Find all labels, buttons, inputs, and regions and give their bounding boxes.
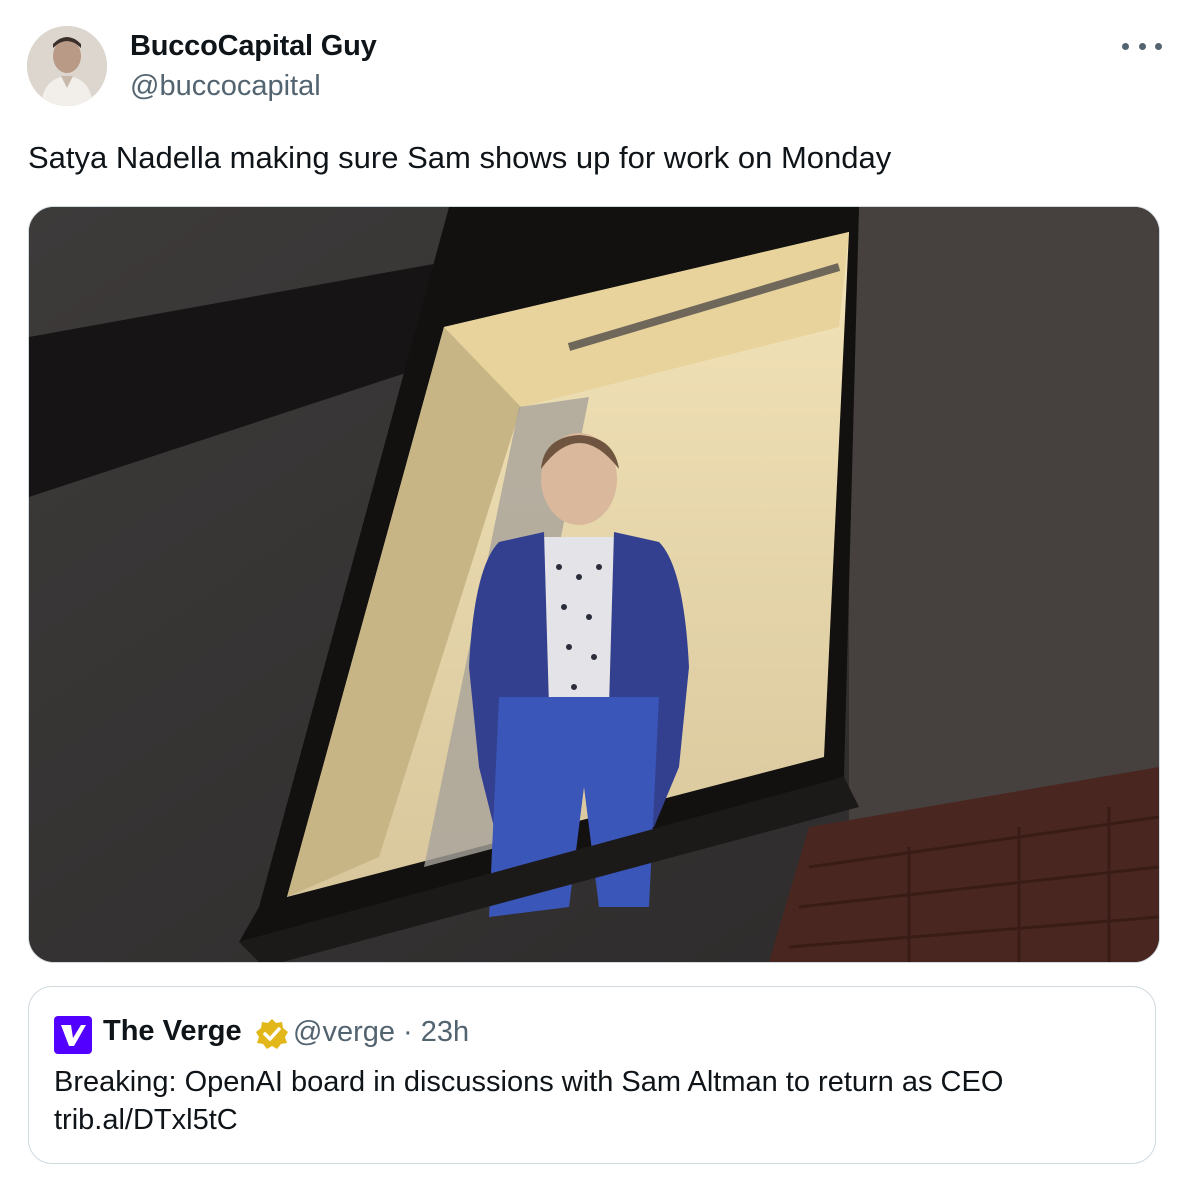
tweet-text: Satya Nadella making sure Sam shows up f… (28, 140, 892, 175)
dot (1155, 42, 1162, 50)
author-avatar[interactable] (27, 26, 107, 106)
quoted-tweet-text: Breaking: OpenAI board in discussions wi… (54, 1063, 1130, 1139)
quoted-tweet[interactable]: The Verge @verge · 23h Breaking: OpenAI … (28, 986, 1156, 1164)
verge-v-mark (61, 1025, 86, 1046)
tweet-media-photo[interactable] (28, 206, 1160, 963)
separator-dot: · (403, 1016, 413, 1048)
dot (1138, 42, 1146, 50)
quoted-link[interactable]: trib.al/DTxl5tC (54, 1101, 1130, 1139)
quoted-author-meta: @verge · 23h (293, 1016, 469, 1049)
quoted-tweet-time[interactable]: 23h (421, 1016, 469, 1048)
more-options-icon[interactable] (1122, 34, 1162, 58)
dot (1122, 42, 1129, 50)
avatar-photo (27, 26, 107, 106)
quoted-author-handle[interactable]: @verge (293, 1016, 395, 1048)
tweet: BuccoCapital Guy @buccocapital Satya Nad… (0, 0, 1186, 1178)
verge-logo-icon[interactable] (54, 1016, 92, 1054)
quoted-author-name[interactable]: The Verge (103, 1015, 242, 1048)
verified-badge-icon (256, 1019, 288, 1049)
quoted-text-line: Breaking: OpenAI board in discussions wi… (54, 1066, 1004, 1098)
author-name[interactable]: BuccoCapital Guy (130, 30, 377, 63)
author-handle[interactable]: @buccocapital (130, 70, 321, 103)
photo-illustration (29, 207, 1159, 962)
